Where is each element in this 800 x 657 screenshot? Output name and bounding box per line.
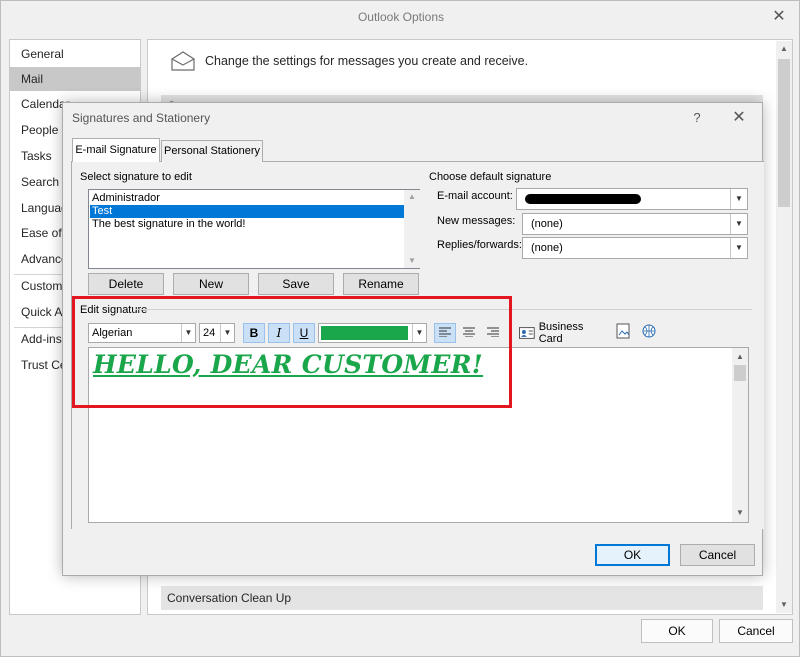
rename-button[interactable]: Rename [343, 273, 419, 295]
scroll-up-icon[interactable]: ▲ [776, 41, 792, 57]
new-messages-label: New messages: [437, 215, 516, 227]
cancel-button[interactable]: Cancel [680, 544, 755, 566]
delete-button[interactable]: Delete [88, 273, 164, 295]
default-signature-label: Choose default signature [429, 171, 552, 183]
font-size-select[interactable]: 24 ▼ [199, 323, 235, 343]
save-button[interactable]: Save [258, 273, 334, 295]
help-icon[interactable]: ? [687, 108, 707, 128]
chevron-down-icon[interactable]: ▼ [412, 324, 426, 342]
font-select[interactable]: Algerian ▼ [88, 323, 196, 343]
scroll-down-icon[interactable]: ▼ [776, 597, 792, 613]
envelope-icon [171, 51, 195, 71]
color-swatch [321, 326, 408, 340]
chevron-down-icon[interactable]: ▼ [730, 214, 747, 234]
signature-list[interactable]: Administrador Test The best signature in… [88, 189, 420, 269]
dialog-title: Signatures and Stationery [72, 111, 211, 125]
signatures-dialog: Signatures and Stationery ? ✕ E-mail Sig… [62, 102, 764, 576]
chevron-down-icon[interactable]: ▼ [220, 324, 234, 342]
font-size-value: 24 [203, 327, 216, 339]
bold-button[interactable]: B [243, 323, 265, 343]
signature-editor[interactable]: HELLO, DEAR CUSTOMER! ▲ ▼ [88, 347, 749, 523]
insert-hyperlink-button[interactable] [641, 323, 661, 343]
new-messages-value: (none) [531, 218, 563, 230]
hyperlink-icon [642, 324, 656, 338]
close-icon[interactable]: ✕ [767, 5, 791, 29]
ok-button[interactable]: OK [595, 544, 670, 566]
email-account-select[interactable]: ▼ [516, 188, 748, 210]
replies-forwards-label: Replies/forwards: [437, 239, 522, 251]
scroll-thumb[interactable] [778, 59, 790, 207]
email-account-label: E-mail account: [437, 190, 513, 202]
signature-text[interactable]: HELLO, DEAR CUSTOMER! [93, 350, 483, 379]
panel-scrollbar[interactable]: ▲ ▼ [776, 41, 792, 613]
window-title: Outlook Options [357, 10, 445, 24]
replies-forwards-value: (none) [531, 242, 563, 254]
italic-button[interactable]: I [268, 323, 290, 343]
select-signature-label: Select signature to edit [80, 171, 192, 183]
panel-description: Change the settings for messages you cre… [205, 54, 529, 68]
list-item[interactable]: Test [90, 205, 404, 218]
list-item[interactable]: The best signature in the world! [90, 218, 404, 231]
insert-picture-button[interactable] [616, 323, 636, 343]
align-left-icon [439, 327, 451, 338]
nav-item-mail[interactable]: Mail [10, 67, 140, 91]
edit-signature-label: Edit signature [80, 304, 148, 316]
align-center-icon [463, 327, 475, 338]
redacted-email [525, 194, 641, 204]
ok-button[interactable]: OK [641, 619, 713, 643]
business-card-label: Business Card [538, 321, 584, 345]
tab-personal-stationery[interactable]: Personal Stationery [161, 140, 263, 162]
font-color-select[interactable]: ▼ [318, 323, 427, 343]
chevron-down-icon[interactable]: ▼ [730, 189, 747, 209]
close-icon[interactable]: ✕ [727, 107, 751, 129]
chevron-down-icon[interactable]: ▼ [181, 324, 195, 342]
business-card-icon [519, 327, 535, 339]
align-right-icon [487, 327, 499, 338]
scroll-thumb[interactable] [734, 365, 746, 381]
scroll-down-icon[interactable]: ▼ [732, 506, 748, 520]
new-button[interactable]: New [173, 273, 249, 295]
picture-icon [616, 323, 630, 339]
font-value: Algerian [92, 327, 133, 339]
list-scrollbar[interactable]: ▲ ▼ [404, 190, 420, 268]
new-messages-select[interactable]: (none) ▼ [522, 213, 748, 235]
scroll-down-icon[interactable]: ▼ [404, 254, 420, 268]
nav-item-general[interactable]: General [10, 42, 140, 66]
list-item[interactable]: Administrador [90, 192, 404, 205]
align-right-button[interactable] [482, 323, 504, 343]
tab-email-signature[interactable]: E-mail Signature [72, 138, 160, 162]
section-header-conversation: Conversation Clean Up [161, 586, 763, 610]
align-center-button[interactable] [458, 323, 480, 343]
align-left-button[interactable] [434, 323, 456, 343]
business-card-button[interactable]: Business Card [519, 321, 609, 345]
underline-button[interactable]: U [293, 323, 315, 343]
replies-forwards-select[interactable]: (none) ▼ [522, 237, 748, 259]
cancel-button[interactable]: Cancel [719, 619, 793, 643]
chevron-down-icon[interactable]: ▼ [730, 238, 747, 258]
editor-scrollbar[interactable]: ▲ ▼ [732, 348, 748, 522]
scroll-up-icon[interactable]: ▲ [732, 350, 748, 364]
divider [135, 309, 752, 310]
scroll-up-icon[interactable]: ▲ [404, 190, 420, 204]
